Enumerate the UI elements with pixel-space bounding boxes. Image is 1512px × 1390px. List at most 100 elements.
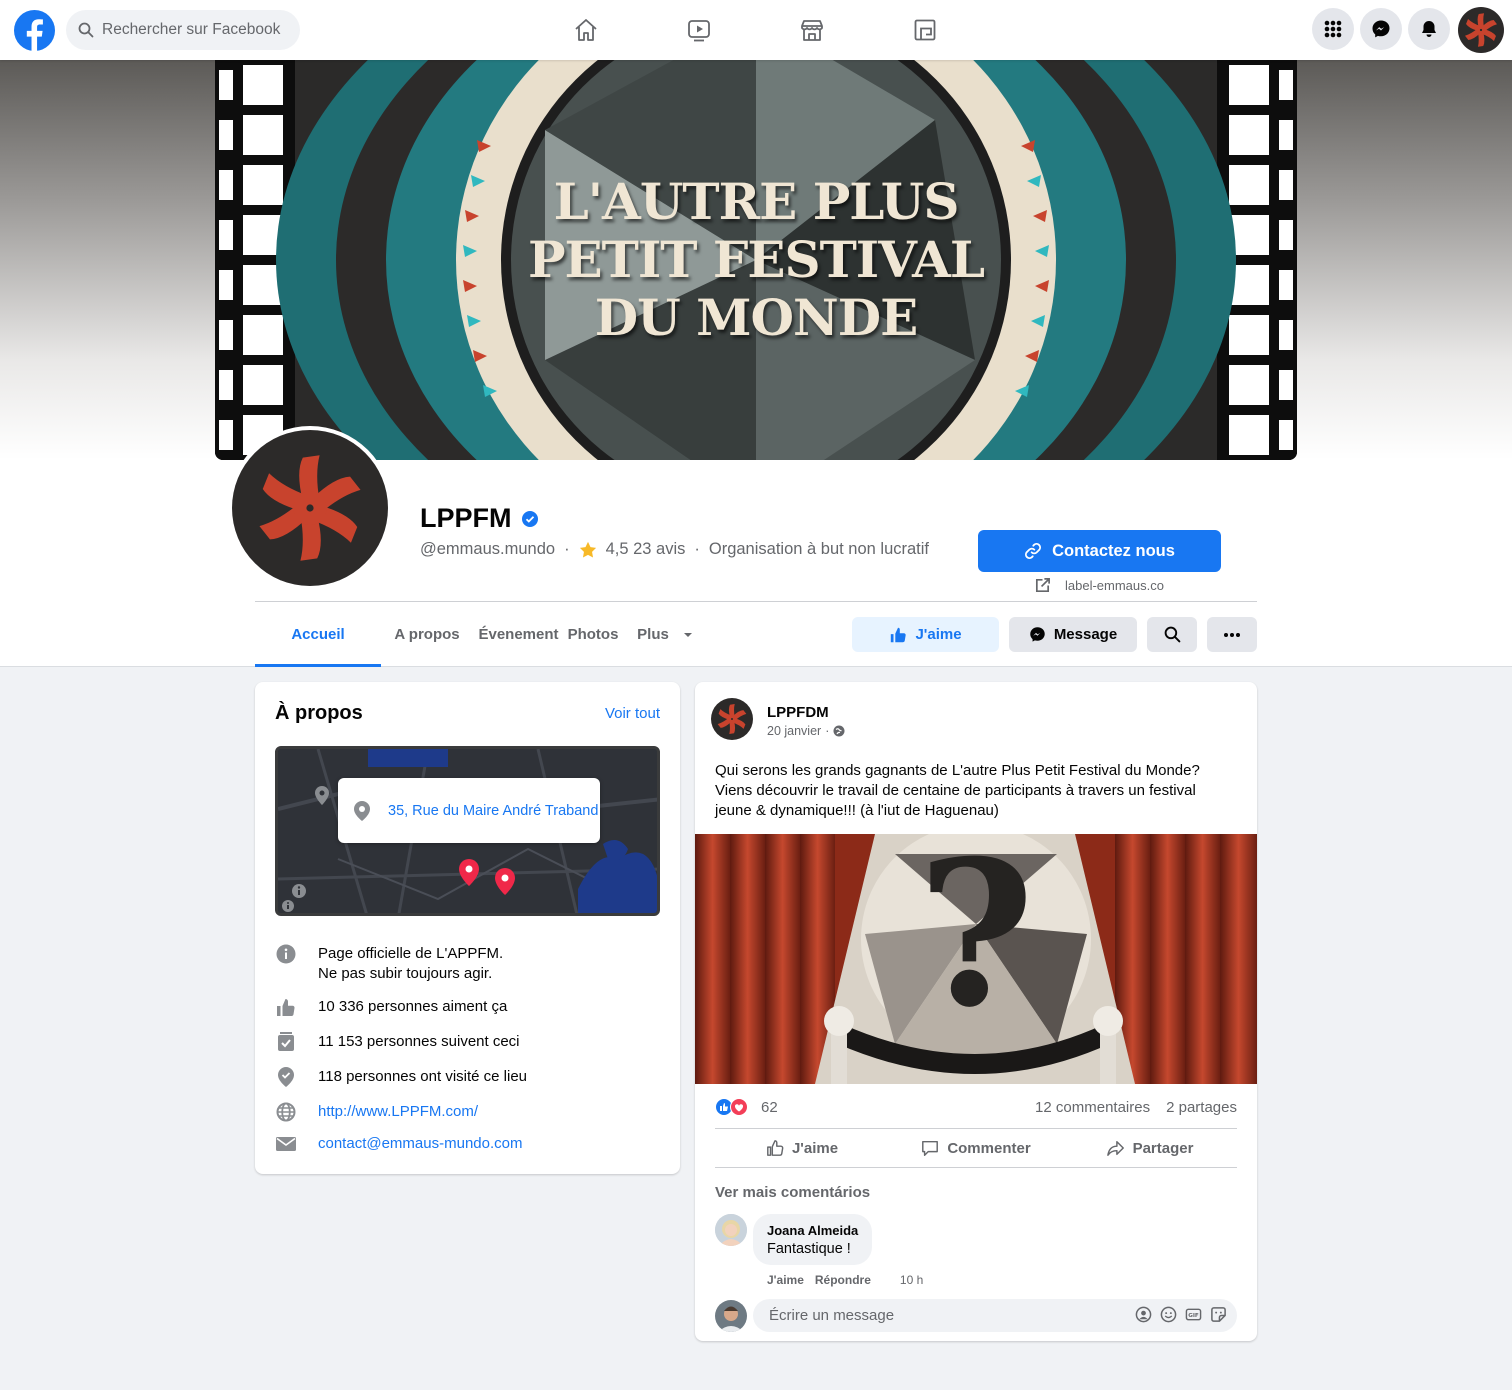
more-options-button[interactable] bbox=[1207, 617, 1257, 652]
facebook-logo-icon[interactable] bbox=[14, 10, 55, 51]
messenger-icon[interactable] bbox=[1360, 8, 1402, 50]
like-page-button[interactable]: J'aime bbox=[852, 617, 999, 652]
see-all-link[interactable]: Voir tout bbox=[605, 705, 660, 722]
asterisk-logo-icon bbox=[717, 704, 747, 734]
external-link-icon bbox=[1034, 577, 1051, 594]
comment-input-placeholder: Écrire un message bbox=[769, 1307, 895, 1324]
location-map[interactable]: 35, Rue du Maire André Traband bbox=[275, 746, 660, 916]
gaming-icon[interactable] bbox=[909, 14, 941, 46]
address-card[interactable]: 35, Rue du Maire André Traband bbox=[338, 778, 600, 843]
view-more-comments-link[interactable]: Ver mais comentários bbox=[715, 1184, 870, 1201]
comment-input-icons: GIF bbox=[1135, 1306, 1227, 1323]
comment-time[interactable]: 10 h bbox=[900, 1273, 923, 1287]
tab-evenement[interactable]: Évenement bbox=[473, 602, 564, 667]
profile-picture[interactable] bbox=[228, 426, 392, 590]
avatar-sticker-icon[interactable] bbox=[1135, 1306, 1152, 1323]
followers-count-text: 11 153 personnes suivent ceci bbox=[318, 1033, 520, 1050]
post-comment-button[interactable]: Commenter bbox=[889, 1129, 1063, 1167]
comment-input[interactable]: Écrire un message GIF bbox=[753, 1299, 1237, 1332]
post-image[interactable]: ? bbox=[695, 834, 1257, 1084]
post-text: Qui serons les grands gagnants de L'autr… bbox=[715, 761, 1215, 821]
website-link[interactable]: http://www.LPPFM.com/ bbox=[318, 1102, 478, 1122]
visited-pin-icon bbox=[275, 1067, 297, 1087]
page-category: Organisation à but non lucratif bbox=[708, 540, 930, 558]
globe-icon bbox=[833, 725, 845, 737]
post-card: LPPFDM 20 janvier · Qui serons les grand… bbox=[695, 682, 1257, 1341]
shares-count[interactable]: 2 partages bbox=[1166, 1099, 1237, 1116]
actions-divider bbox=[715, 1167, 1237, 1168]
followers-check-icon bbox=[275, 1032, 297, 1052]
profile-avatar[interactable] bbox=[1458, 7, 1504, 53]
address-text: 35, Rue du Maire André Traband bbox=[388, 802, 599, 819]
messenger-icon bbox=[1029, 626, 1046, 643]
caret-down-icon bbox=[683, 632, 693, 638]
cover-title-line: DU MONDE bbox=[594, 288, 918, 347]
gif-icon[interactable]: GIF bbox=[1185, 1306, 1202, 1323]
tab-plus[interactable]: Plus bbox=[622, 602, 708, 667]
reactions-count[interactable]: 62 bbox=[761, 1099, 778, 1116]
notifications-icon[interactable] bbox=[1408, 8, 1450, 50]
comments-count[interactable]: 12 commentaires bbox=[1035, 1099, 1150, 1116]
external-website-link[interactable]: label-emmaus.co bbox=[1034, 577, 1164, 594]
comment-author[interactable]: Joana Almeida bbox=[767, 1223, 858, 1238]
post-like-button[interactable]: J'aime bbox=[715, 1129, 889, 1167]
cover-title: L'AUTRE PLUS PETIT FESTIVAL DU MONDE bbox=[215, 60, 1297, 460]
commenter-avatar[interactable] bbox=[715, 1214, 747, 1246]
about-description-row: Page officielle de L'APPFM. Ne pas subir … bbox=[275, 944, 503, 984]
search-page-button[interactable] bbox=[1147, 617, 1197, 652]
page-meta: @emmaus.mundo · 4,5 23 avis · Organisati… bbox=[420, 540, 929, 559]
post-share-label: Partager bbox=[1132, 1139, 1194, 1157]
cover-photo[interactable]: L'AUTRE PLUS PETIT FESTIVAL DU MONDE bbox=[215, 60, 1297, 460]
post-date[interactable]: 20 janvier bbox=[767, 724, 821, 738]
ellipsis-icon bbox=[1223, 632, 1241, 638]
page-rating[interactable]: 4,5 23 avis bbox=[606, 540, 686, 559]
page-handle: @emmaus.mundo bbox=[420, 540, 556, 558]
home-icon[interactable] bbox=[570, 14, 602, 46]
about-website-row: http://www.LPPFM.com/ bbox=[275, 1102, 478, 1122]
contact-button-label: Contactez nous bbox=[1052, 541, 1175, 560]
message-button[interactable]: Message bbox=[1009, 617, 1137, 652]
search-input[interactable]: Rechercher sur Facebook bbox=[102, 21, 280, 39]
post-author-avatar[interactable] bbox=[711, 698, 753, 740]
tab-label: Plus bbox=[637, 626, 669, 643]
marketplace-icon[interactable] bbox=[796, 14, 828, 46]
contact-button[interactable]: Contactez nous bbox=[978, 530, 1221, 572]
comment-like-link[interactable]: J'aime bbox=[767, 1273, 804, 1287]
tab-a-propos[interactable]: A propos bbox=[381, 602, 473, 667]
top-navigation-bar: Rechercher sur Facebook bbox=[0, 0, 1512, 60]
page-title: LPPFM bbox=[420, 503, 512, 533]
verified-badge-icon bbox=[521, 510, 538, 527]
search-bar[interactable]: Rechercher sur Facebook bbox=[66, 10, 300, 50]
emoji-icon[interactable] bbox=[1160, 1306, 1177, 1323]
post-author-name[interactable]: LPPFDM bbox=[767, 704, 845, 721]
svg-text:GIF: GIF bbox=[1188, 1313, 1199, 1319]
tab-accueil[interactable]: Accueil bbox=[255, 602, 381, 667]
description-line: Ne pas subir toujours agir. bbox=[318, 965, 493, 982]
thumbs-up-outline-icon bbox=[766, 1139, 784, 1157]
external-link-label: label-emmaus.co bbox=[1065, 578, 1164, 593]
search-icon bbox=[78, 22, 94, 38]
message-label: Message bbox=[1053, 626, 1118, 643]
sticker-icon[interactable] bbox=[1210, 1306, 1227, 1323]
cover-title-line: PETIT FESTIVAL bbox=[527, 230, 985, 289]
post-share-button[interactable]: Partager bbox=[1063, 1129, 1237, 1167]
comment-reply-link[interactable]: Répondre bbox=[815, 1273, 871, 1287]
share-icon bbox=[1106, 1139, 1125, 1157]
post-text-line: Qui serons les grands gagnants de L'autr… bbox=[715, 762, 1200, 779]
separator-dot: · bbox=[825, 724, 830, 738]
email-link[interactable]: contact@emmaus-mundo.com bbox=[318, 1134, 522, 1154]
tab-photos[interactable]: Photos bbox=[564, 602, 622, 667]
menu-grid-icon[interactable] bbox=[1312, 8, 1354, 50]
description-line: Page officielle de L'APPFM. bbox=[318, 945, 504, 962]
comment-bubble: Joana Almeida Fantastique ! bbox=[753, 1214, 873, 1265]
stage-curtain-question-image: ? bbox=[695, 834, 1257, 1084]
search-icon bbox=[1164, 626, 1181, 643]
asterisk-logo-icon bbox=[1464, 13, 1498, 47]
current-user-avatar[interactable] bbox=[715, 1300, 747, 1332]
asterisk-logo-icon bbox=[258, 455, 362, 561]
watch-icon[interactable] bbox=[683, 14, 715, 46]
visits-count-text: 118 personnes ont visité ce lieu bbox=[318, 1068, 528, 1085]
star-icon bbox=[579, 541, 597, 559]
like-page-label: J'aime bbox=[915, 626, 962, 643]
likes-count-text: 10 336 personnes aiment ça bbox=[318, 998, 508, 1015]
